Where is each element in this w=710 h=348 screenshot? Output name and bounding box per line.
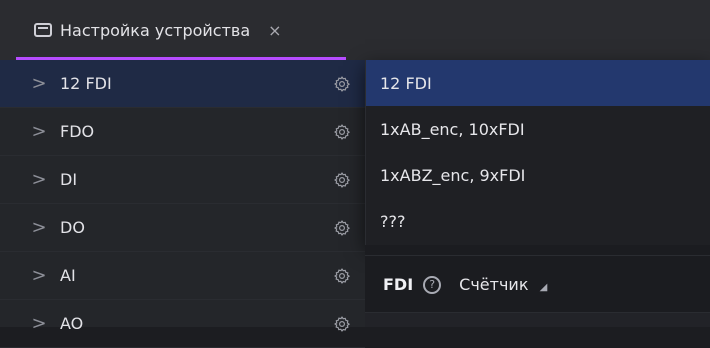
dropdown-option-1xabz-enc-9xfdi[interactable]: 1xABZ_enc, 9xFDI — [366, 152, 710, 198]
sidebar-item-label: DO — [60, 218, 85, 237]
close-icon[interactable]: × — [268, 21, 281, 40]
chevron-right-icon[interactable]: > — [30, 265, 48, 286]
sidebar-item-label: FDO — [60, 122, 95, 141]
gear-icon[interactable] — [333, 123, 351, 141]
sidebar-item-label: AI — [60, 266, 76, 285]
tab-title: Настройка устройства — [60, 20, 251, 40]
gear-icon[interactable] — [333, 75, 351, 93]
sidebar-item-label: AO — [60, 314, 84, 333]
dropdown-option-1xab-enc-10xfdi[interactable]: 1xAB_enc, 10xFDI — [366, 106, 710, 152]
tab-bar: Настройка устройства × — [0, 0, 710, 60]
panel-title: FDI — [383, 275, 414, 294]
chevron-right-icon[interactable]: > — [30, 217, 48, 238]
counter-dropdown[interactable]: Счётчик ◢ — [459, 275, 547, 294]
dropdown-option-unknown[interactable]: ??? — [366, 198, 710, 244]
sidebar-item-ai[interactable]: > AI — [0, 252, 365, 300]
help-icon[interactable]: ? — [423, 275, 442, 294]
chevron-right-icon[interactable]: > — [30, 73, 48, 94]
gear-icon[interactable] — [333, 219, 351, 237]
dropdown-option-label: ??? — [380, 211, 406, 231]
chevron-right-icon[interactable]: > — [30, 169, 48, 190]
configuration-dropdown-menu: 12 FDI 1xAB_enc, 10xFDI 1xABZ_enc, 9xFDI… — [365, 60, 710, 245]
gear-icon[interactable] — [333, 267, 351, 285]
sidebar-item-do[interactable]: > DO — [0, 204, 365, 252]
dropdown-option-label: 1xABZ_enc, 9xFDI — [380, 165, 526, 185]
sidebar-item-label: 12 FDI — [60, 74, 112, 93]
tab-device-settings[interactable]: Настройка устройства × — [0, 0, 348, 60]
sidebar-item-label: DI — [60, 170, 78, 189]
dropdown-corner-icon: ◢ — [539, 282, 548, 293]
panel-toolbar: FDI ? Счётчик ◢ — [383, 275, 547, 294]
sidebar-item-ao[interactable]: > AO — [0, 300, 365, 348]
dropdown-option-label: 1xAB_enc, 10xFDI — [380, 119, 525, 139]
dropdown-option-12-fdi[interactable]: 12 FDI — [366, 60, 710, 106]
window-icon — [34, 23, 52, 37]
panel-bottom-bar — [365, 312, 710, 327]
gear-icon[interactable] — [333, 171, 351, 189]
dropdown-option-label: 12 FDI — [380, 73, 432, 93]
sidebar: > 12 FDI > FDO > DI > DO > AI > AO — [0, 60, 365, 348]
chevron-right-icon[interactable]: > — [30, 313, 48, 334]
gear-icon[interactable] — [333, 315, 351, 333]
sidebar-item-fdo[interactable]: > FDO — [0, 108, 365, 156]
chevron-right-icon[interactable]: > — [30, 121, 48, 142]
panel-divider — [365, 255, 710, 256]
panel-area: FDI ? Счётчик ◢ — [365, 245, 710, 327]
sidebar-item-12-fdi[interactable]: > 12 FDI — [0, 60, 365, 108]
counter-label: Счётчик — [459, 275, 529, 294]
sidebar-item-di[interactable]: > DI — [0, 156, 365, 204]
